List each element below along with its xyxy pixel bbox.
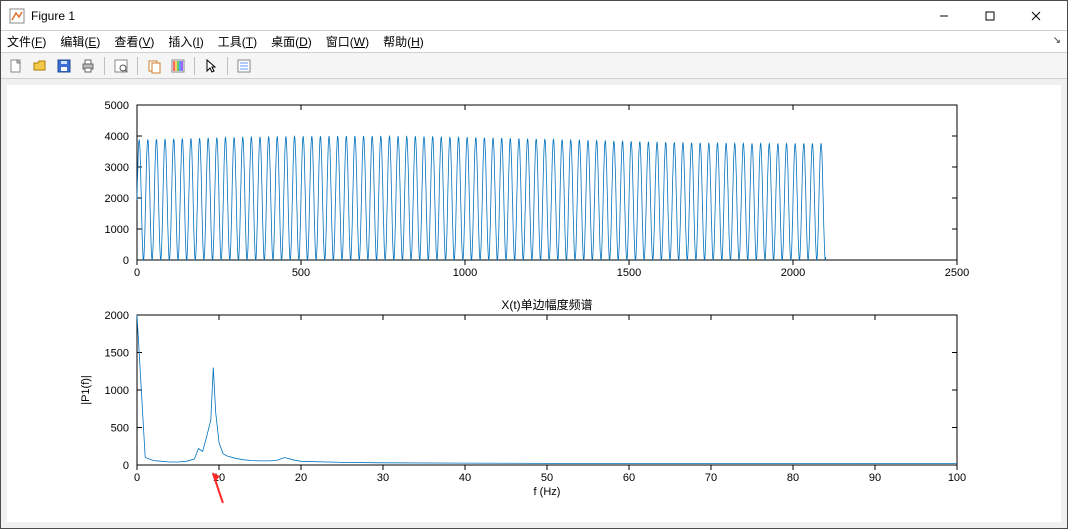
- svg-text:1500: 1500: [105, 348, 129, 360]
- menubar: 文件(F) 编辑(E) 查看(V) 插入(I) 工具(T) 桌面(D) 窗口(W…: [1, 31, 1067, 53]
- menu-edit[interactable]: 编辑(E): [60, 33, 100, 50]
- titlebar: Figure 1: [1, 1, 1067, 31]
- toolbar-separator: [194, 57, 195, 75]
- svg-text:100: 100: [948, 472, 966, 484]
- window-title: Figure 1: [31, 9, 921, 23]
- new-figure-icon[interactable]: [5, 55, 27, 77]
- svg-text:f (Hz): f (Hz): [534, 486, 561, 498]
- close-button[interactable]: [1013, 2, 1059, 30]
- matlab-figure-icon: [9, 8, 25, 24]
- svg-text:|P1(f)|: |P1(f)|: [80, 375, 92, 405]
- svg-text:500: 500: [111, 423, 129, 435]
- svg-text:0: 0: [134, 472, 140, 484]
- print-icon[interactable]: [77, 55, 99, 77]
- svg-text:2000: 2000: [105, 310, 129, 322]
- svg-text:80: 80: [787, 472, 799, 484]
- svg-text:0: 0: [123, 460, 129, 472]
- minimize-button[interactable]: [921, 2, 967, 30]
- svg-text:2500: 2500: [945, 267, 969, 279]
- svg-text:2000: 2000: [781, 267, 805, 279]
- svg-text:0: 0: [134, 267, 140, 279]
- insert-colorbar-icon[interactable]: [167, 55, 189, 77]
- svg-text:70: 70: [705, 472, 717, 484]
- toolbar-separator: [227, 57, 228, 75]
- svg-text:50: 50: [541, 472, 553, 484]
- menu-desktop[interactable]: 桌面(D): [271, 33, 312, 50]
- print-preview-icon[interactable]: [110, 55, 132, 77]
- svg-text:30: 30: [377, 472, 389, 484]
- svg-text:500: 500: [292, 267, 310, 279]
- menu-insert[interactable]: 插入(I): [168, 33, 203, 50]
- svg-text:3000: 3000: [105, 162, 129, 174]
- svg-text:40: 40: [459, 472, 471, 484]
- svg-text:X(t)单边幅度频谱: X(t)单边幅度频谱: [501, 297, 592, 312]
- dock-controls-icon[interactable]: ↘: [1053, 35, 1061, 46]
- menu-file[interactable]: 文件(F): [7, 33, 46, 50]
- open-icon[interactable]: [29, 55, 51, 77]
- menu-window[interactable]: 窗口(W): [326, 33, 369, 50]
- toolbar: [1, 53, 1067, 79]
- svg-text:20: 20: [295, 472, 307, 484]
- figure-canvas[interactable]: 0500100015002000250001000200030004000500…: [7, 85, 1061, 522]
- svg-text:1000: 1000: [105, 385, 129, 397]
- svg-text:1000: 1000: [453, 267, 477, 279]
- svg-text:1500: 1500: [617, 267, 641, 279]
- svg-text:60: 60: [623, 472, 635, 484]
- figure-area: 0500100015002000250001000200030004000500…: [1, 79, 1067, 528]
- toolbar-separator: [104, 57, 105, 75]
- svg-text:1000: 1000: [105, 224, 129, 236]
- svg-text:0: 0: [123, 255, 129, 267]
- pointer-icon[interactable]: [200, 55, 222, 77]
- svg-text:4000: 4000: [105, 131, 129, 143]
- window-controls: [921, 2, 1059, 30]
- link-icon[interactable]: [143, 55, 165, 77]
- menu-view[interactable]: 查看(V): [114, 33, 154, 50]
- edit-plot-icon[interactable]: [233, 55, 255, 77]
- save-icon[interactable]: [53, 55, 75, 77]
- toolbar-separator: [137, 57, 138, 75]
- maximize-button[interactable]: [967, 2, 1013, 30]
- figure-window: Figure 1 文件(F) 编辑(E) 查看(V) 插入(I) 工具(T) 桌…: [0, 0, 1068, 529]
- svg-text:90: 90: [869, 472, 881, 484]
- menu-help[interactable]: 帮助(H): [383, 33, 424, 50]
- svg-text:2000: 2000: [105, 193, 129, 205]
- svg-text:5000: 5000: [105, 100, 129, 112]
- menu-tools[interactable]: 工具(T): [218, 33, 257, 50]
